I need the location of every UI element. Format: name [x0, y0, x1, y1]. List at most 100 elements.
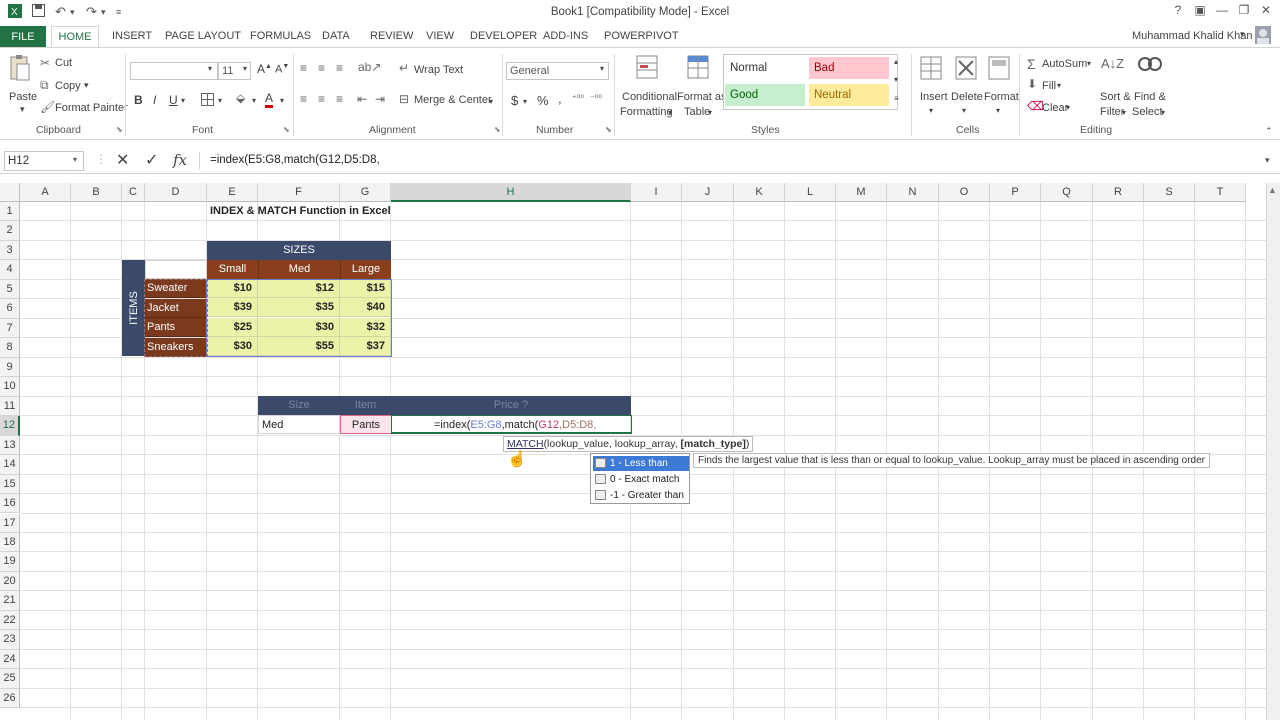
clipboard-launcher-icon[interactable]: ⬊: [116, 125, 123, 134]
font-name-dropdown-icon[interactable]: ▾: [208, 64, 212, 73]
delete-cells-icon[interactable]: [955, 56, 977, 83]
row-header-22[interactable]: 22: [0, 610, 20, 631]
copy-dropdown-icon[interactable]: ▾: [84, 80, 89, 91]
tab-add-ins[interactable]: ADD-INS: [543, 30, 588, 42]
tab-view[interactable]: VIEW: [426, 30, 454, 42]
row-header-20[interactable]: 20: [0, 571, 20, 592]
close-icon[interactable]: ✕: [1255, 3, 1277, 21]
row-header-10[interactable]: 10: [0, 377, 20, 397]
column-header-o[interactable]: O: [939, 183, 990, 202]
increase-decimal-icon[interactable]: ⁺⁰⁰: [572, 93, 584, 104]
currency-dropdown-icon[interactable]: ▾: [523, 97, 527, 106]
styles-more-icon[interactable]: ≡: [894, 94, 899, 103]
row-header-26[interactable]: 26: [0, 688, 20, 709]
formula-input[interactable]: =index(E5:G8,match(G12,D5:D8,: [210, 154, 380, 166]
column-header-i[interactable]: I: [631, 183, 682, 202]
sort-filter-icon[interactable]: A↓Z: [1101, 56, 1124, 71]
format-painter-button[interactable]: Format Painter: [55, 102, 128, 114]
currency-button[interactable]: $: [511, 93, 518, 108]
orientation-icon[interactable]: ab↗: [358, 60, 381, 74]
fill-icon[interactable]: ⬇: [1027, 77, 1037, 91]
row-header-7[interactable]: 7: [0, 318, 20, 339]
lookup-header-price[interactable]: Price ?: [391, 396, 631, 415]
column-header-q[interactable]: Q: [1041, 183, 1093, 202]
size-col-large[interactable]: Large: [340, 260, 391, 279]
paste-dropdown-icon[interactable]: ▾: [20, 104, 25, 115]
autocomplete-option[interactable]: -1 - Greater than: [593, 488, 689, 503]
tab-powerpivot[interactable]: POWERPIVOT: [604, 30, 679, 42]
insert-cells-button[interactable]: Insert: [920, 91, 948, 103]
shrink-font-icon[interactable]: A▼: [275, 63, 289, 76]
column-header-g[interactable]: G: [340, 183, 391, 202]
format-as-table-button[interactable]: Format as: [677, 91, 727, 103]
help-icon[interactable]: ?: [1167, 3, 1189, 21]
find-select-dropdown-icon[interactable]: ▾: [1161, 108, 1165, 117]
style-good[interactable]: Good: [725, 84, 805, 106]
autosum-icon[interactable]: Σ: [1027, 56, 1036, 72]
fill-color-dropdown-icon[interactable]: ▾: [252, 96, 256, 105]
blank-corner-cell[interactable]: [145, 260, 207, 279]
column-header-a[interactable]: A: [20, 183, 71, 202]
borders-icon[interactable]: [201, 93, 214, 109]
clear-dropdown-icon[interactable]: ▾: [1066, 103, 1070, 112]
tab-home[interactable]: HOME: [51, 26, 99, 48]
tab-formulas[interactable]: FORMULAS: [250, 30, 311, 42]
format-cells-button[interactable]: Format: [984, 91, 1019, 103]
borders-dropdown-icon[interactable]: ▾: [218, 96, 222, 105]
align-center-icon[interactable]: ≡: [318, 92, 325, 106]
user-dropdown-icon[interactable]: ▾: [1240, 29, 1245, 40]
paste-button[interactable]: Paste: [9, 91, 37, 103]
column-header-p[interactable]: P: [990, 183, 1041, 202]
row-header-17[interactable]: 17: [0, 513, 20, 533]
column-header-d[interactable]: D: [145, 183, 207, 202]
column-header-f[interactable]: F: [258, 183, 340, 202]
merge-center-icon[interactable]: ⊟: [399, 92, 409, 106]
format-painter-icon[interactable]: 🖌: [40, 100, 55, 114]
column-header-e[interactable]: E: [207, 183, 258, 202]
delete-cells-button[interactable]: Delete: [951, 91, 983, 103]
column-header-n[interactable]: N: [887, 183, 939, 202]
fill-button[interactable]: Fill: [1042, 80, 1056, 92]
align-left-icon[interactable]: ≡: [300, 92, 307, 106]
row-header-8[interactable]: 8: [0, 338, 20, 358]
row-header-25[interactable]: 25: [0, 669, 20, 689]
styles-scroll-down-icon[interactable]: ▾: [894, 75, 898, 84]
column-header-r[interactable]: R: [1093, 183, 1144, 202]
enter-entry-icon[interactable]: ✓: [145, 150, 158, 170]
conditional-formatting-button[interactable]: Conditional: [622, 91, 677, 103]
column-header-j[interactable]: J: [682, 183, 734, 202]
row-header-13[interactable]: 13: [0, 435, 20, 456]
tab-developer[interactable]: DEVELOPER: [470, 30, 537, 42]
conditional-formatting-icon[interactable]: [635, 54, 659, 83]
column-header-m[interactable]: M: [836, 183, 887, 202]
top-align-icon[interactable]: ≡: [300, 61, 307, 75]
column-header-c[interactable]: C: [122, 183, 145, 202]
row-header-18[interactable]: 18: [0, 532, 20, 553]
copy-icon[interactable]: ⧉: [40, 78, 49, 93]
column-header-k[interactable]: K: [734, 183, 785, 202]
column-header-t[interactable]: T: [1195, 183, 1246, 202]
cancel-entry-icon[interactable]: ✕: [116, 150, 129, 170]
font-color-icon[interactable]: A: [265, 92, 274, 108]
align-right-icon[interactable]: ≡: [336, 92, 343, 106]
insert-cells-icon[interactable]: [920, 56, 942, 83]
merge-center-button[interactable]: Merge & Center: [414, 94, 492, 106]
row-header-14[interactable]: 14: [0, 455, 20, 475]
cut-button[interactable]: Cut: [55, 57, 72, 69]
select-all-corner[interactable]: [0, 183, 20, 202]
user-name[interactable]: Muhammad Khalid Khan: [1132, 30, 1252, 42]
copy-button[interactable]: Copy: [55, 80, 81, 92]
tab-insert[interactable]: INSERT: [112, 30, 152, 42]
row-header-9[interactable]: 9: [0, 357, 20, 378]
increase-indent-icon[interactable]: ⇥: [375, 92, 385, 106]
row-header-15[interactable]: 15: [0, 474, 20, 494]
row-header-21[interactable]: 21: [0, 591, 20, 611]
format-as-table-icon[interactable]: [686, 54, 710, 83]
find-select-label[interactable]: Select: [1132, 106, 1163, 118]
row-header-16[interactable]: 16: [0, 494, 20, 514]
tab-page-layout[interactable]: PAGE LAYOUT: [165, 30, 241, 42]
clear-button[interactable]: Clear: [1042, 102, 1068, 114]
worksheet-grid[interactable]: ABCDEFGHIJKLMNOPQRST 1 2 3 4 5 6 7 8 9 10 11 12 13 14…: [0, 183, 1280, 720]
row-header-6[interactable]: 6: [0, 299, 20, 319]
conditional-formatting-label[interactable]: Formatting: [620, 106, 673, 118]
